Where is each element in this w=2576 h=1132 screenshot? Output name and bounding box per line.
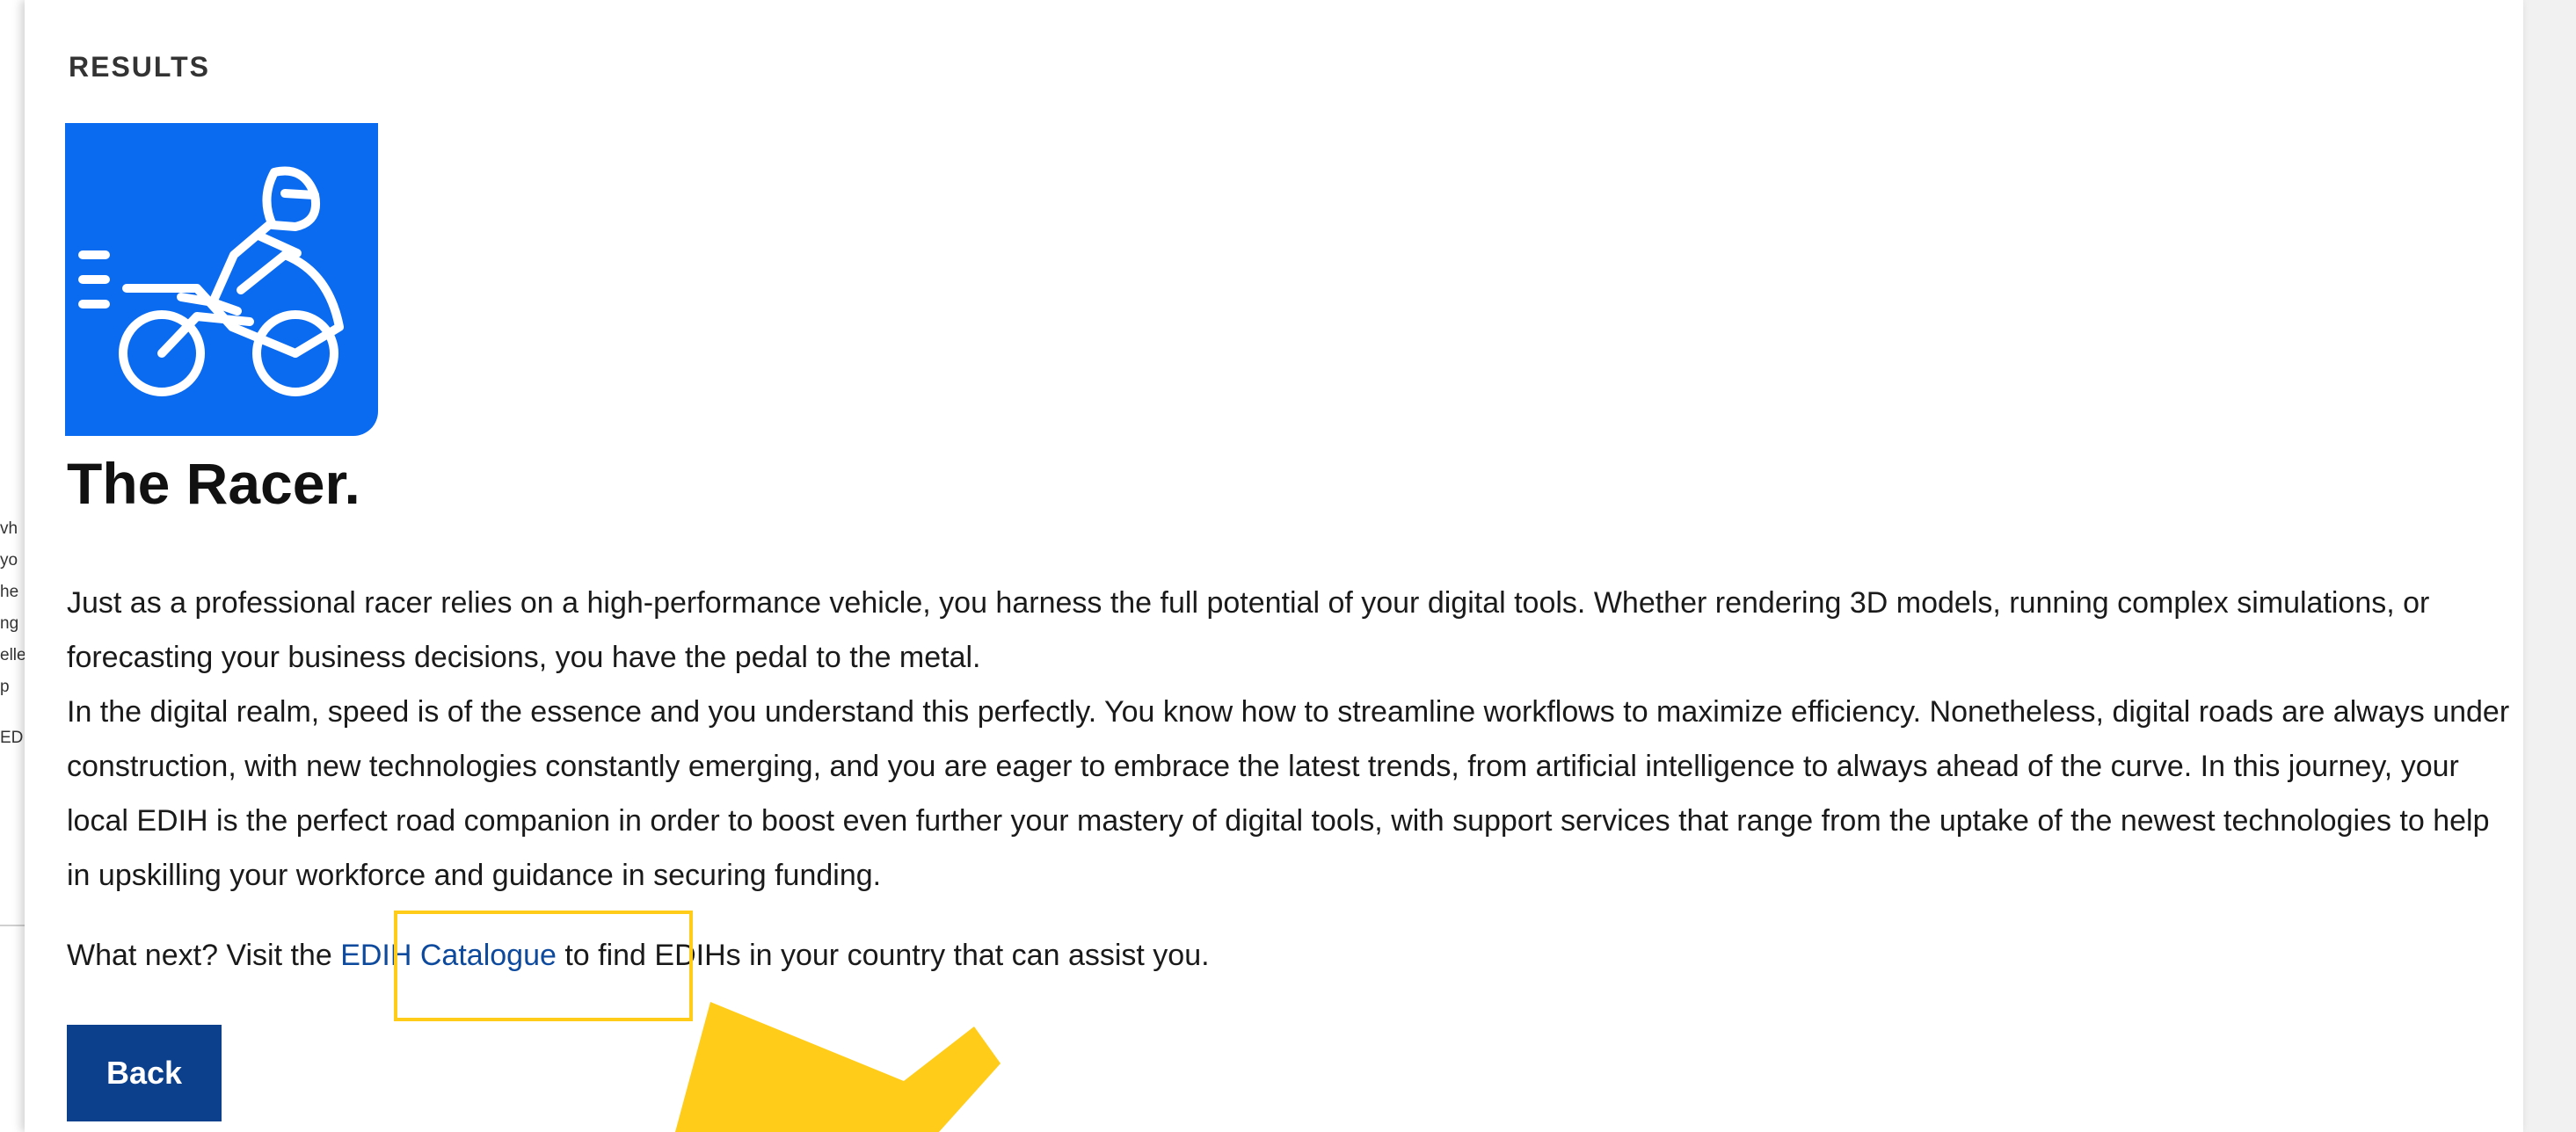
background-text-fragment: ED <box>0 729 24 747</box>
background-text-fragment: ng <box>0 614 19 633</box>
background-text-fragment: elle <box>0 646 26 664</box>
background-text-fragment: yo <box>0 551 18 570</box>
motorcycle-racer-icon <box>78 166 344 396</box>
result-title: The Racer. <box>67 451 360 516</box>
highlight-box <box>394 911 693 1021</box>
back-button[interactable]: Back <box>67 1025 222 1121</box>
result-paragraph: Just as a professional racer relies on a… <box>67 586 2430 674</box>
result-description: Just as a professional racer relies on a… <box>67 576 2511 903</box>
pointer-arrow-icon <box>675 1002 1001 1132</box>
results-panel: RESULTS The Racer. Just as a professiona… <box>25 0 2523 1132</box>
background-text-fragment: p <box>0 678 10 696</box>
next-steps-prefix: What next? Visit the <box>67 939 341 972</box>
background-text-fragment: vh <box>0 519 18 538</box>
background-text-fragment: he <box>0 583 19 601</box>
racer-badge <box>65 123 378 436</box>
result-paragraph: In the digital realm, speed is of the es… <box>67 695 2510 892</box>
results-heading: RESULTS <box>69 51 210 83</box>
